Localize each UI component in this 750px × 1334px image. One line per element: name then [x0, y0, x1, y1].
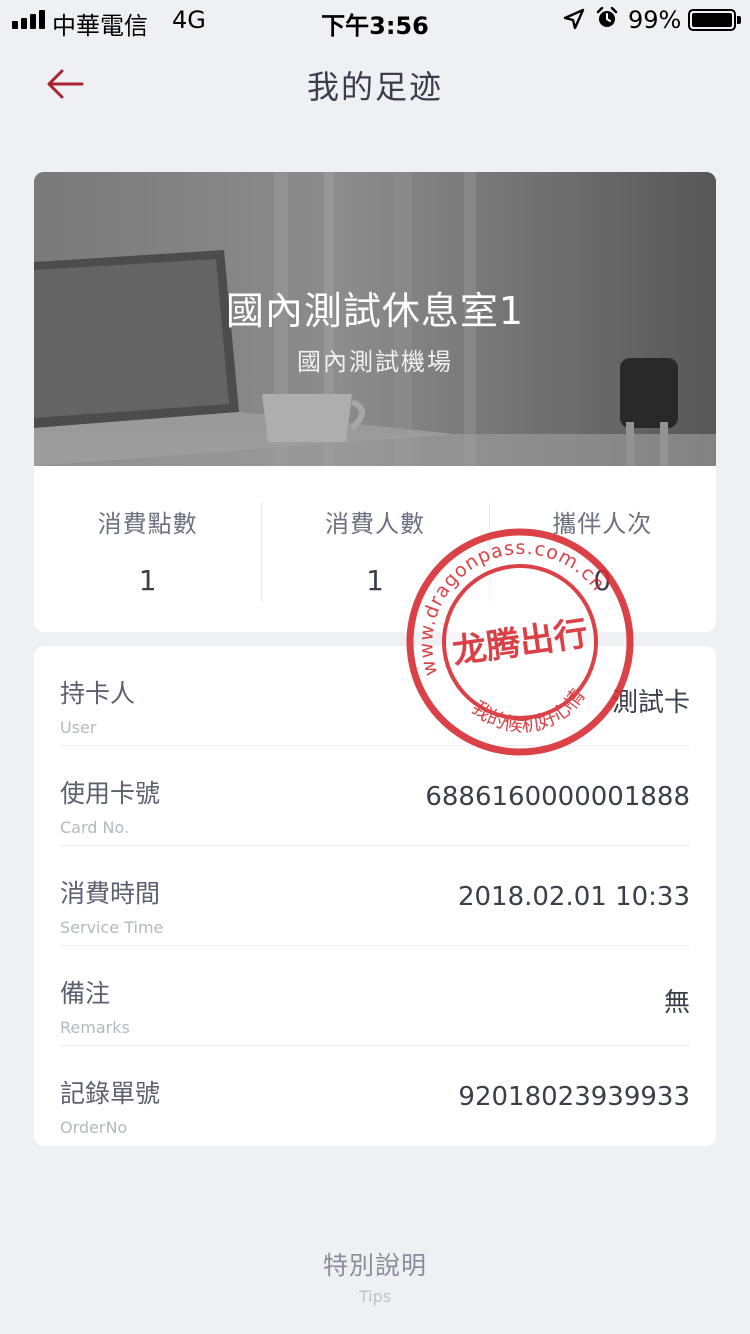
detail-sublabel: OrderNo	[60, 1118, 128, 1137]
airport-name: 國內測試機場	[297, 348, 453, 376]
detail-value: 測試卡	[611, 688, 690, 718]
detail-label: 記錄單號	[60, 1079, 161, 1108]
status-bar: 中華電信 4G 下午3:56 99%	[0, 0, 750, 40]
lounge-name: 國內測試休息室1	[225, 289, 525, 333]
detail-row-service-time: 消費時間 Service Time 2018.02.01 10:33	[60, 846, 690, 946]
page-title: 我的足迹	[306, 68, 443, 106]
tips-link[interactable]: 特別說明	[0, 1246, 750, 1282]
detail-label: 備注	[60, 979, 111, 1008]
detail-row-card-no: 使用卡號 Card No. 6886160000001888	[60, 746, 690, 846]
battery-fill	[692, 13, 732, 27]
battery-percent: 99%	[628, 6, 682, 34]
detail-label: 持卡人	[60, 679, 136, 708]
detail-row-user: 持卡人 User 測試卡	[60, 646, 690, 746]
tips-subtitle: Tips	[358, 1287, 392, 1306]
detail-value: 6886160000001888	[425, 782, 690, 812]
stat-guests: 消費人數 1	[261, 466, 488, 632]
stat-companions: 攜伴人次 0	[488, 466, 716, 632]
details-card: 持卡人 User 測試卡 使用卡號 Card No. 6886160000001…	[34, 646, 716, 1146]
detail-row-order-no: 記錄單號 OrderNo 92018023939933	[60, 1046, 690, 1146]
detail-sublabel: Remarks	[60, 1018, 130, 1037]
detail-value: 2018.02.01 10:33	[457, 882, 690, 912]
stat-value: 1	[138, 564, 157, 597]
detail-label: 消費時間	[60, 879, 161, 908]
detail-sublabel: Service Time	[60, 918, 164, 937]
stat-value: 0	[593, 564, 612, 597]
detail-sublabel: Card No.	[60, 818, 130, 837]
detail-row-remarks: 備注 Remarks 無	[60, 946, 690, 1046]
lounge-hero-image: 國內測試休息室1 國內測試機場	[34, 172, 716, 466]
battery-cap	[737, 16, 741, 24]
stat-label: 消費點數	[97, 510, 198, 538]
lounge-card[interactable]: 國內測試休息室1 國內測試機場 消費點數 1 消費人數 1 攜伴人次 0	[34, 172, 716, 632]
battery-icon	[688, 9, 736, 31]
detail-label: 使用卡號	[60, 779, 161, 808]
location-arrow-icon	[563, 8, 585, 30]
stat-points: 消費點數 1	[34, 466, 261, 632]
detail-value: 92018023939933	[458, 1082, 690, 1112]
alarm-clock-icon	[596, 7, 618, 27]
stat-value: 1	[366, 564, 384, 597]
detail-sublabel: User	[60, 718, 97, 737]
detail-value: 無	[663, 988, 690, 1018]
lounge-stats: 消費點數 1 消費人數 1 攜伴人次 0	[34, 466, 716, 632]
stat-label: 消費人數	[324, 510, 425, 538]
stat-label: 攜伴人次	[552, 510, 653, 538]
